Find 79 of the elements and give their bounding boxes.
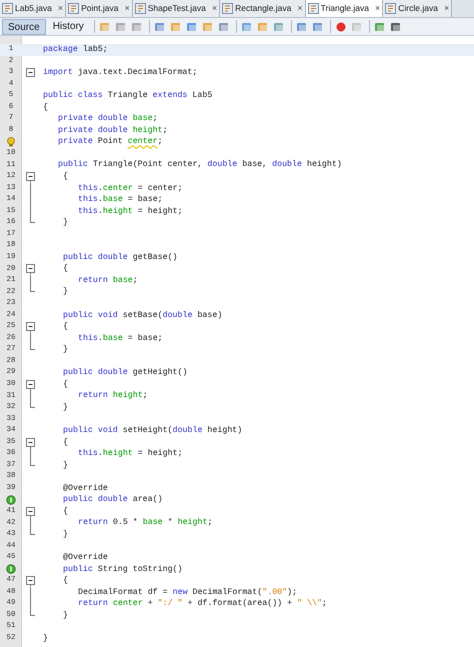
file-tab[interactable]: Circle.java × (383, 0, 452, 17)
code-line: this.base = base; (78, 194, 163, 206)
close-button[interactable]: × (444, 2, 450, 16)
code-line: } (63, 402, 68, 414)
code-line: @Override (63, 482, 108, 494)
fold-toggle-icon[interactable] (26, 378, 34, 390)
record-icon[interactable] (334, 20, 347, 32)
override-marker-icon[interactable] (6, 564, 16, 574)
java-file-icon (2, 3, 13, 14)
code-line: public void setHeight(double height) (63, 425, 242, 437)
code-line: { (63, 436, 68, 448)
code-line: } (63, 217, 68, 229)
code-line: } (63, 286, 68, 298)
code-line: } (63, 528, 68, 541)
code-line: public double getHeight() (63, 367, 188, 379)
code-line: this.height = height; (78, 206, 183, 218)
fold-toggle-icon[interactable] (26, 263, 34, 275)
code-line: import java.text.DecimalFormat; (43, 67, 198, 79)
warning-bulb-icon[interactable] (6, 137, 16, 148)
code-line: return base; (78, 274, 138, 286)
java-file-icon (222, 3, 234, 14)
code-line: } (63, 610, 68, 622)
fold-toggle-icon[interactable] (26, 321, 34, 333)
code-line: DecimalFormat df = new DecimalFormat(".00"); (78, 586, 298, 598)
code-line: } (43, 632, 48, 644)
fold-toggle-icon[interactable] (26, 67, 34, 79)
code-line: package lab5; (43, 44, 108, 56)
code-line: public class Triangle extends Lab5 (43, 90, 212, 102)
java-file-icon (134, 3, 146, 14)
code-line: this.height = height; (78, 448, 183, 460)
fold-toggle-icon[interactable] (26, 436, 34, 448)
code-line: public Triangle(Point center, double base, double height) (58, 159, 342, 172)
file-tab[interactable]: Triangle.java × (306, 0, 384, 17)
code-line: { (63, 171, 68, 183)
java-file-icon (68, 3, 80, 14)
code-line: public void setBase(double base) (63, 310, 222, 322)
code-line: public double getBase() (63, 252, 178, 264)
code-line: return 0.5 * base * height; (78, 517, 212, 529)
code-line: { (63, 506, 68, 518)
code-line: } (63, 460, 68, 472)
close-button[interactable]: × (58, 2, 64, 16)
code-line: private Point center; (58, 136, 163, 148)
tab-label: ShapeTest.java (148, 2, 206, 15)
code-line: { (63, 378, 68, 390)
close-button[interactable]: × (212, 2, 218, 16)
view-tab[interactable]: History (48, 18, 89, 34)
code-line: public String toString() (63, 564, 183, 576)
file-tab[interactable]: Point.java × (66, 0, 133, 17)
override-marker-icon[interactable] (6, 495, 16, 506)
code-line: this.base = base; (78, 332, 163, 344)
code-line: { (43, 102, 48, 114)
code-line: { (63, 575, 68, 587)
close-button[interactable]: × (297, 2, 303, 16)
code-line: { (63, 321, 68, 333)
code-line: return center + ":/ " + df.format(area()) + " \\"; (78, 598, 327, 610)
close-button[interactable]: × (124, 2, 130, 16)
fold-toggle-icon[interactable] (26, 171, 34, 183)
file-tab[interactable]: Rectangle.java × (220, 0, 306, 17)
tab-label: Circle.java (398, 2, 438, 15)
tab-label: Rectangle.java (235, 2, 292, 15)
code-line: private double base; (58, 113, 158, 125)
file-tab[interactable]: ShapeTest.java × (132, 0, 220, 17)
code-line: } (63, 344, 68, 356)
code-line: this.center = center; (78, 182, 183, 194)
tab-label: Point.java (81, 2, 118, 15)
tab-label: Triangle.java (320, 2, 369, 15)
code-line: { (63, 263, 68, 275)
view-tab[interactable]: Source (2, 18, 46, 34)
code-line: return height; (78, 390, 148, 402)
fold-toggle-icon[interactable] (26, 506, 34, 518)
java-file-icon (308, 3, 319, 14)
close-button[interactable]: × (375, 2, 380, 16)
java-file-icon (385, 3, 396, 14)
file-tab[interactable]: Lab5.java × (0, 0, 66, 17)
fold-toggle-icon[interactable] (26, 575, 34, 587)
code-line: public double area() (63, 494, 163, 506)
tab-label: Lab5.java (15, 2, 52, 15)
code-line: @Override (63, 552, 108, 564)
code-line: private double height; (58, 124, 168, 136)
